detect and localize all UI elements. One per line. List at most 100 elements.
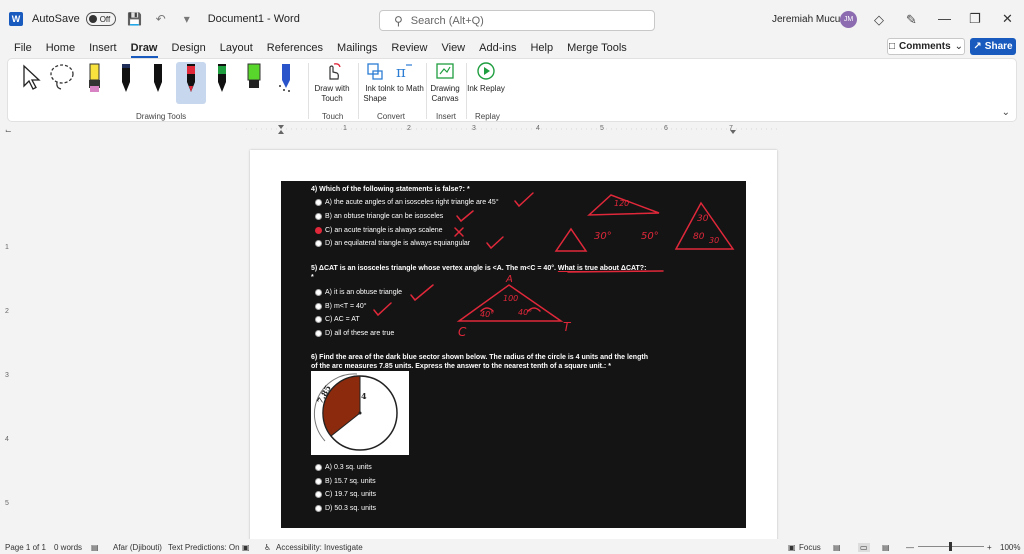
radio-button[interactable] [315, 316, 322, 323]
radio-button[interactable] [315, 289, 322, 296]
share-button[interactable]: ↗ Share [970, 38, 1016, 55]
option-label: A) the acute angles of an isosceles righ… [325, 199, 499, 206]
autosave-toggle[interactable]: Off [85, 12, 116, 26]
tab-add-ins[interactable]: Add-ins [479, 42, 516, 54]
question-5-title: 5) ΔCAT is an isosceles triangle whose v… [311, 264, 711, 282]
radio-button[interactable] [315, 240, 322, 247]
word-count[interactable]: 0 words [54, 543, 82, 552]
question-5-text: 5) ΔCAT is an isosceles triangle whose v… [311, 265, 556, 272]
ink-check [456, 210, 474, 223]
group-label-convert: Convert [377, 112, 406, 121]
q6-option-a[interactable]: A) 0.3 sq. units [315, 464, 372, 471]
save-icon[interactable]: 💾 [127, 12, 142, 26]
pasted-quiz-image[interactable]: 4) Which of the following statements is … [281, 181, 746, 528]
proofing-icon[interactable]: ▤ [91, 543, 99, 552]
ruler-mark: 1 [343, 125, 347, 132]
radio-button[interactable] [315, 213, 322, 220]
tab-design[interactable]: Design [172, 42, 206, 54]
text-predictions[interactable]: Text Predictions: On [168, 543, 240, 552]
q4-option-d[interactable]: D) an equilateral triangle is always equ… [315, 240, 470, 247]
vertical-ruler[interactable]: 1 2 3 4 5 [3, 180, 15, 540]
tab-merge-tools[interactable]: Merge Tools [567, 42, 627, 54]
focus-button[interactable]: Focus [799, 543, 821, 552]
q5-option-d[interactable]: D) all of these are true [315, 330, 394, 337]
radio-button[interactable] [315, 491, 322, 498]
radio-button[interactable] [315, 464, 322, 471]
question-5-underlined: What is true about ΔCAT?: [557, 265, 647, 272]
minimize-icon[interactable]: — [938, 11, 951, 26]
radio-button[interactable] [315, 199, 322, 206]
ink-check [514, 192, 534, 208]
select-tool[interactable] [16, 62, 44, 98]
q5-option-c[interactable]: C) AC = AT [315, 316, 360, 323]
language[interactable]: Afar (Djibouti) [113, 543, 162, 552]
avatar[interactable]: JM [840, 11, 857, 28]
radio-button[interactable] [315, 303, 322, 310]
print-layout-icon[interactable]: ▭ [858, 543, 870, 552]
ribbon-collapse-icon[interactable]: ⌄ [1002, 107, 1010, 118]
tab-home[interactable]: Home [46, 42, 75, 54]
tab-selector-icon[interactable]: ⌙ [5, 126, 12, 135]
q5-option-b[interactable]: B) m<T = 40° [315, 303, 367, 310]
radio-button[interactable] [315, 505, 322, 512]
page-count[interactable]: Page 1 of 1 [5, 543, 46, 552]
web-layout-icon[interactable]: ▤ [882, 543, 890, 552]
restore-icon[interactable]: ❐ [969, 11, 981, 27]
zoom-slider-handle[interactable] [949, 542, 952, 551]
comment-icon: □ [888, 41, 895, 52]
tab-help[interactable]: Help [530, 42, 553, 54]
zoom-level[interactable]: 100% [1000, 543, 1020, 552]
ink-triangle [586, 194, 660, 216]
ink-x [454, 227, 464, 237]
share-label: Share [984, 41, 1013, 52]
tab-view[interactable]: View [441, 42, 465, 54]
highlighter-green[interactable] [240, 62, 268, 98]
pen-black-2[interactable] [144, 62, 172, 98]
tab-references[interactable]: References [267, 42, 323, 54]
radio-button[interactable] [315, 330, 322, 337]
pen-icon[interactable]: ✎ [906, 12, 917, 28]
comments-button[interactable]: □ Comments ⌄ [887, 38, 965, 55]
q5-option-a[interactable]: A) it is an obtuse triangle [315, 289, 402, 296]
ink-to-math-button[interactable]: π Ink to Math [384, 61, 424, 109]
q6-option-c[interactable]: C) 19.7 sq. units [315, 491, 376, 498]
undo-icon[interactable]: ↶ [154, 12, 168, 26]
pen-black-1[interactable] [112, 62, 140, 98]
ink-replay-button[interactable]: Ink Replay [466, 61, 506, 109]
lasso-select-tool[interactable] [48, 62, 76, 98]
ribbon: Drawing Tools Draw with Touch Touch Ink … [7, 58, 1017, 122]
search-input[interactable]: ⚲ Search (Alt+Q) [379, 10, 655, 31]
ruler-mark: 4 [536, 125, 540, 132]
read-mode-icon[interactable]: ▤ [833, 543, 841, 552]
q4-option-c[interactable]: C) an acute triangle is always scalene [315, 227, 443, 234]
tab-insert[interactable]: Insert [89, 42, 117, 54]
tab-layout[interactable]: Layout [220, 42, 253, 54]
pen-galaxy[interactable] [272, 62, 300, 98]
horizontal-ruler[interactable]: 1 2 3 4 5 6 7 [246, 124, 778, 135]
radio-button[interactable] [315, 478, 322, 485]
customize-quick-access-icon[interactable]: ▾ [180, 12, 194, 26]
tab-file[interactable]: File [14, 42, 32, 54]
close-icon[interactable]: ✕ [1002, 11, 1013, 27]
ink-check [410, 284, 434, 302]
zoom-in-icon[interactable]: + [987, 543, 992, 552]
ink-to-math-label: Ink to Math [384, 84, 424, 93]
tab-draw[interactable]: Draw [130, 42, 158, 58]
q6-option-d[interactable]: D) 50.3 sq. units [315, 505, 376, 512]
q6-option-b[interactable]: B) 15.7 sq. units [315, 478, 376, 485]
required-star: * [311, 274, 314, 281]
highlighter-pen[interactable] [80, 62, 108, 98]
draw-with-touch-button[interactable]: Draw with Touch [312, 61, 352, 109]
drawing-canvas-button[interactable]: Drawing Canvas [425, 61, 465, 109]
q4-option-a[interactable]: A) the acute angles of an isosceles righ… [315, 199, 499, 206]
pen-red[interactable] [176, 62, 206, 104]
diamond-rewards-icon[interactable]: ◇ [874, 12, 884, 28]
q4-option-b[interactable]: B) an obtuse triangle can be isosceles [315, 213, 443, 220]
tab-review[interactable]: Review [391, 42, 427, 54]
macro-icon[interactable]: ▣ [242, 543, 250, 552]
radio-button-selected[interactable] [315, 227, 322, 234]
zoom-out-icon[interactable]: — [906, 543, 914, 552]
pen-green[interactable] [208, 62, 236, 98]
tab-mailings[interactable]: Mailings [337, 42, 377, 54]
accessibility-status[interactable]: Accessibility: Investigate [276, 543, 363, 552]
